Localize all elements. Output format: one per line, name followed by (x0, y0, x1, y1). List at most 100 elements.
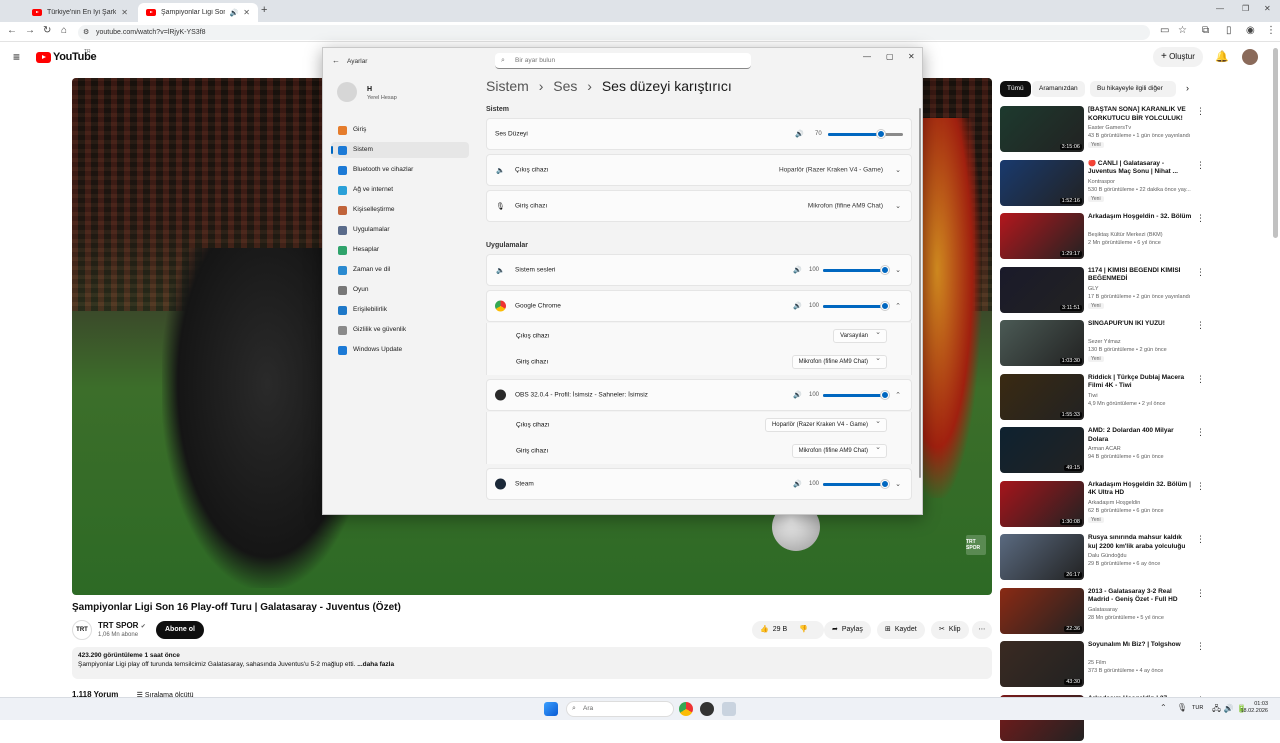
video-title[interactable]: Riddick | Türkçe Dublaj Macera Filmi 4K … (1088, 374, 1192, 391)
video-thumbnail[interactable]: 1:30:08 (1000, 480, 1084, 527)
avatar[interactable] (1242, 49, 1258, 65)
chevron-down-icon[interactable]: ⌄ (895, 166, 901, 174)
app-volume-slider[interactable] (823, 391, 889, 399)
share-button[interactable]: ➦ Paylaş (824, 621, 871, 639)
subscribe-button[interactable]: Abone ol (156, 621, 204, 639)
more-dots-icon[interactable]: ⋮ (1196, 213, 1205, 224)
extensions-icon[interactable]: ⧉ (1202, 25, 1209, 36)
settings-gear-icon[interactable] (722, 702, 736, 716)
audio-icon[interactable]: 🔊 (230, 9, 239, 17)
nav-item-account[interactable]: Hesaplar (331, 242, 469, 258)
nav-item-globe-clock[interactable]: Zaman ve dil (331, 262, 469, 278)
slider-thumb[interactable] (881, 480, 889, 488)
slider-thumb[interactable] (881, 266, 889, 274)
video-thumbnail[interactable]: 1:52:16 (1000, 159, 1084, 206)
chip-all[interactable]: Tümü (1000, 81, 1031, 97)
channel-name[interactable]: Dalu Gündoğdu (1088, 553, 1127, 559)
more-dots-icon[interactable]: ⋮ (1196, 267, 1205, 278)
video-thumbnail[interactable]: 43:30 (1000, 641, 1084, 687)
nav-item-gamepad[interactable]: Oyun (331, 282, 469, 298)
chevron-up-icon[interactable]: ⌃ (895, 391, 901, 399)
speaker-icon[interactable]: 🔊 (793, 480, 802, 488)
video-title[interactable]: Rusya sınırında mahsur kaldık ku| 2200 k… (1088, 534, 1192, 551)
recommendation-item[interactable]: 22:36 2013 - Galatasaray 3-2 Real Madrid … (1000, 587, 1205, 636)
channel-watermark[interactable]: TRT SPOR (966, 535, 986, 555)
save-button[interactable]: ⊞ Kaydet (877, 621, 925, 639)
speaker-icon[interactable]: 🔊 (793, 302, 802, 310)
back-arrow-icon[interactable]: ← (332, 56, 340, 65)
chip-from-search[interactable]: Aramanızdan (1032, 81, 1085, 97)
more-actions-button[interactable]: ⋯ (972, 621, 992, 639)
profile-icon[interactable]: ◉ (1246, 25, 1255, 36)
nav-item-update[interactable]: Windows Update (331, 342, 469, 358)
input-language[interactable]: TUR (1192, 705, 1203, 711)
recommendation-item[interactable]: 49:15 AMD: 2 Dolardan 400 Milyar Dolara Ar… (1000, 427, 1205, 475)
nav-item-home[interactable]: Giriş (331, 122, 469, 138)
hamburger-menu-icon[interactable]: ≡ (13, 50, 20, 64)
new-tab-button[interactable]: + (261, 4, 267, 16)
settings-search-input[interactable]: ⌕ Bir ayar bulun (495, 53, 751, 69)
nav-item-bluetooth[interactable]: Bluetooth ve cihazlar (331, 162, 469, 178)
nav-item-brush[interactable]: Kişiselleştirme (331, 202, 469, 218)
speaker-icon[interactable]: 🔊 (795, 130, 804, 138)
recommendation-item[interactable]: 3:15:06 [BAŞTAN SONA] KARANLIK VE KORKUTU… (1000, 106, 1205, 154)
create-button[interactable]: + Oluştur (1153, 47, 1203, 67)
channel-name[interactable]: 25 Film (1088, 660, 1106, 666)
app-output-device-dropdown[interactable]: Varsayılan (833, 327, 887, 343)
video-title[interactable]: 1174 | KİMİSİ BEĞENDİ KİMİSİ BEĞENMEDİ (1088, 267, 1192, 284)
bookmark-star-icon[interactable]: ☆ (1178, 25, 1187, 36)
tray-icons[interactable]: ⌃ 🎙 (1160, 703, 1191, 712)
channel-name[interactable]: Galatasaray (1088, 607, 1118, 613)
chevron-down-icon[interactable]: ⌄ (895, 480, 901, 488)
recommendation-item[interactable]: 1:29:17 Arkadaşım Hoşgeldin - 32. Bölüm Be… (1000, 213, 1205, 261)
video-thumbnail[interactable]: 1:29:17 (1000, 213, 1084, 259)
site-info-icon[interactable]: ⚙ (83, 25, 89, 40)
input-device-value[interactable]: Mikrofon (fifine AM9 Chat) (808, 203, 883, 210)
system-clock[interactable]: 01:03 18.02.2026 (1240, 701, 1268, 715)
recommendation-item[interactable]: 43:30 Soyunalım Mı Biz? | Tolgshow 25 Film… (1000, 641, 1205, 689)
nav-item-shield[interactable]: Gizlilik ve güvenlik (331, 322, 469, 338)
taskbar-search[interactable]: ⌕ Ara (566, 701, 674, 717)
more-dots-icon[interactable]: ⋮ (1196, 641, 1205, 652)
youtube-logo-icon[interactable] (36, 52, 51, 63)
input-device-card[interactable]: 🎙 Giriş cihazı Mikrofon (fifine AM9 Chat… (486, 190, 912, 222)
video-title[interactable]: SİNGAPUR'UN İKİ YÜZÜ! (1088, 320, 1192, 329)
minimize-window-icon[interactable]: — (1216, 4, 1224, 13)
video-title[interactable]: Soyunalım Mı Biz? | Tolgshow (1088, 641, 1192, 650)
more-dots-icon[interactable]: ⋮ (1196, 374, 1205, 385)
app-volume-slider[interactable] (823, 480, 889, 488)
sidebar-icon[interactable]: ▯ (1226, 25, 1232, 36)
notifications-bell-icon[interactable]: 🔔 (1215, 50, 1229, 63)
show-more-link[interactable]: ...daha fazla (357, 661, 394, 668)
page-scrollbar[interactable] (1273, 48, 1278, 238)
channel-name[interactable]: Kontraspor (1088, 179, 1115, 185)
more-dots-icon[interactable]: ⋮ (1196, 320, 1205, 331)
app-volume-slider[interactable] (823, 302, 889, 310)
nav-item-accessibility[interactable]: Erişilebilirlik (331, 302, 469, 318)
breadcrumb-system[interactable]: Sistem (486, 78, 529, 94)
channel-name[interactable]: Beşiktaş Kültür Merkezi (BKM) (1088, 232, 1163, 238)
recommendation-item[interactable]: 1:30:08 Arkadaşım Hoşgeldin 32. Bölüm | 4… (1000, 480, 1205, 529)
like-count[interactable]: 29 B (773, 621, 787, 639)
app-volume-slider[interactable] (823, 266, 889, 274)
slider-thumb[interactable] (881, 391, 889, 399)
app-output-device-dropdown[interactable]: Hoparlör (Razer Kraken V4 - Game) (764, 416, 887, 432)
video-thumbnail[interactable]: 3:15:06 (1000, 106, 1084, 152)
maximize-icon[interactable]: ▢ (886, 52, 894, 61)
slider-thumb[interactable] (881, 302, 889, 310)
chevron-down-icon[interactable]: ⌄ (895, 266, 901, 274)
channel-name[interactable]: Arman ACAR (1088, 446, 1121, 452)
url-bar[interactable]: ⚙ youtube.com/watch?v=lRjyK-YS3f8 (78, 25, 1150, 40)
more-dots-icon[interactable]: ⋮ (1196, 106, 1205, 117)
app-input-device-dropdown[interactable]: Mikrofon (fifine AM9 Chat) (791, 442, 887, 458)
output-device-value[interactable]: Hoparlör (Razer Kraken V4 - Game) (779, 167, 883, 174)
reload-icon[interactable]: ↻ (43, 25, 51, 36)
dislike-icon[interactable]: 👎 (799, 621, 808, 639)
video-title[interactable]: [BAŞTAN SONA] KARANLIK VE KORKUTUCU BİR … (1088, 106, 1192, 123)
close-tab-icon[interactable]: ✕ (243, 8, 250, 17)
recommendation-item[interactable]: 1:55:33 Riddick | Türkçe Dublaj Macera Fi… (1000, 373, 1205, 422)
nav-item-apps[interactable]: Uygulamalar (331, 222, 469, 238)
slider-thumb[interactable] (876, 130, 885, 138)
cast-icon[interactable]: ▭ (1160, 25, 1169, 36)
video-title[interactable]: AMD: 2 Dolardan 400 Milyar Dolara (1088, 427, 1192, 444)
